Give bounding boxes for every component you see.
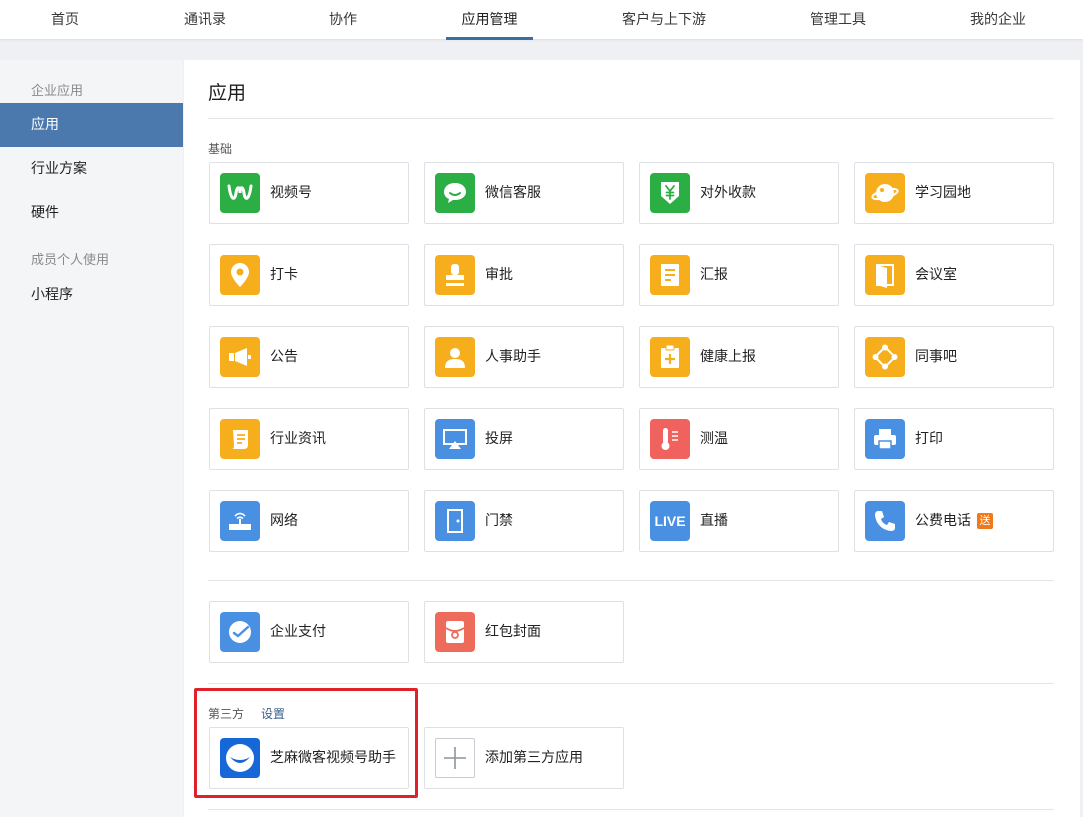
app-card-industry-news[interactable]: 行业资讯 (209, 408, 409, 470)
app-card-live[interactable]: LIVE 直播 (639, 490, 839, 552)
section-divider (208, 809, 1054, 810)
airplay-icon (435, 419, 475, 459)
app-label: 网络 (270, 513, 298, 529)
sidebar-group-enterprise-apps: 企业应用 (31, 84, 84, 99)
stamp-icon (435, 255, 475, 295)
report-icon (650, 255, 690, 295)
wechat-channels-icon (220, 173, 260, 213)
app-card-red-envelope[interactable]: 红包封面 (424, 601, 624, 663)
door-icon (865, 255, 905, 295)
app-card-meeting-room[interactable]: 会议室 (854, 244, 1054, 306)
app-card-screen-cast[interactable]: 投屏 (424, 408, 624, 470)
yuan-shield-icon (650, 173, 690, 213)
sidebar-item-apps[interactable]: 应用 (0, 103, 183, 147)
access-door-icon (435, 501, 475, 541)
network-icon (865, 337, 905, 377)
section-divider (208, 683, 1054, 684)
app-label: 健康上报 (700, 349, 756, 365)
app-label: 审批 (485, 267, 513, 283)
app-label: 汇报 (700, 267, 728, 283)
app-card-print[interactable]: 打印 (854, 408, 1054, 470)
app-label: 同事吧 (915, 349, 957, 365)
printer-icon (865, 419, 905, 459)
app-card-approval[interactable]: 审批 (424, 244, 624, 306)
app-label: 投屏 (485, 431, 513, 447)
page-title: 应用 (208, 82, 247, 104)
app-label: 对外收款 (700, 185, 756, 201)
tab-customers[interactable]: 客户与上下游 (605, 0, 723, 40)
app-label: 公费电话送 (915, 491, 993, 551)
app-label: 公告 (270, 349, 298, 365)
app-card-access-control[interactable]: 门禁 (424, 490, 624, 552)
sidebar-item-hardware[interactable]: 硬件 (0, 191, 183, 235)
app-card-enterprise-pay[interactable]: 企业支付 (209, 601, 409, 663)
app-label: 芝麻微客视频号助手 (270, 750, 396, 766)
section-basic-label: 基础 (208, 142, 233, 156)
app-label: 直播 (700, 513, 728, 529)
red-envelope-icon (435, 612, 475, 652)
app-card-colleagues[interactable]: 同事吧 (854, 326, 1054, 388)
wechat-service-icon (435, 173, 475, 213)
tab-collaboration[interactable]: 协作 (310, 0, 376, 40)
planet-icon (865, 173, 905, 213)
scroll-icon (220, 419, 260, 459)
app-label: 微信客服 (485, 185, 541, 201)
tab-contacts[interactable]: 通讯录 (168, 0, 242, 40)
app-label: 门禁 (485, 513, 513, 529)
app-card-announcement[interactable]: 公告 (209, 326, 409, 388)
title-divider (208, 118, 1054, 119)
app-card-external-payment[interactable]: 对外收款 (639, 162, 839, 224)
app-card-hr-assistant[interactable]: 人事助手 (424, 326, 624, 388)
tab-management-tools[interactable]: 管理工具 (796, 0, 880, 40)
app-label: 学习园地 (915, 185, 971, 201)
top-navigation: 首页 通讯录 协作 应用管理 客户与上下游 管理工具 我的企业 (0, 0, 1083, 40)
app-label: 打卡 (270, 267, 298, 283)
app-label: 视频号 (270, 185, 312, 201)
sidebar: 企业应用 应用 行业方案 硬件 成员个人使用 小程序 (0, 60, 183, 817)
app-label: 会议室 (915, 267, 957, 283)
app-label: 人事助手 (485, 349, 541, 365)
tab-app-management[interactable]: 应用管理 (446, 0, 533, 40)
app-label: 测温 (700, 431, 728, 447)
tab-home[interactable]: 首页 (30, 0, 100, 40)
app-card-health-report[interactable]: 健康上报 (639, 326, 839, 388)
person-icon (435, 337, 475, 377)
sidebar-group-personal-use: 成员个人使用 (31, 253, 110, 268)
app-card-channels[interactable]: 视频号 (209, 162, 409, 224)
app-label: 红包封面 (485, 624, 541, 640)
gift-badge: 送 (977, 513, 993, 529)
location-pin-icon (220, 255, 260, 295)
sidebar-item-industry-solutions[interactable]: 行业方案 (0, 147, 183, 191)
tab-my-company[interactable]: 我的企业 (955, 0, 1041, 40)
sidebar-item-mini-programs[interactable]: 小程序 (0, 273, 183, 317)
section-divider (208, 580, 1054, 581)
main-panel: 应用 基础 视频号 微信客服 对外收款 学习园地 打卡 审批 汇报 会议室 公告… (184, 60, 1080, 817)
app-label: 行业资讯 (270, 431, 326, 447)
app-card-wechat-service[interactable]: 微信客服 (424, 162, 624, 224)
third-party-settings-link[interactable]: 设置 (261, 705, 285, 722)
live-icon: LIVE (650, 501, 690, 541)
app-card-phone[interactable]: 公费电话送 (854, 490, 1054, 552)
phone-app-label: 公费电话 (915, 513, 971, 529)
app-label: 企业支付 (270, 624, 326, 640)
app-card-zhima-assistant[interactable]: 芝麻微客视频号助手 (209, 727, 409, 789)
add-third-party-app-button[interactable]: 添加第三方应用 (424, 727, 624, 789)
app-label: 添加第三方应用 (485, 750, 583, 766)
smile-logo-icon (220, 738, 260, 778)
health-clipboard-icon (650, 337, 690, 377)
megaphone-icon (220, 337, 260, 377)
thermometer-icon (650, 419, 690, 459)
pay-icon (220, 612, 260, 652)
plus-icon (435, 738, 475, 778)
app-card-checkin[interactable]: 打卡 (209, 244, 409, 306)
app-card-network[interactable]: 网络 (209, 490, 409, 552)
app-label: 打印 (915, 431, 943, 447)
app-card-learning[interactable]: 学习园地 (854, 162, 1054, 224)
app-card-temperature[interactable]: 测温 (639, 408, 839, 470)
router-icon (220, 501, 260, 541)
section-third-party-label: 第三方 (208, 707, 245, 721)
app-card-report[interactable]: 汇报 (639, 244, 839, 306)
phone-icon (865, 501, 905, 541)
